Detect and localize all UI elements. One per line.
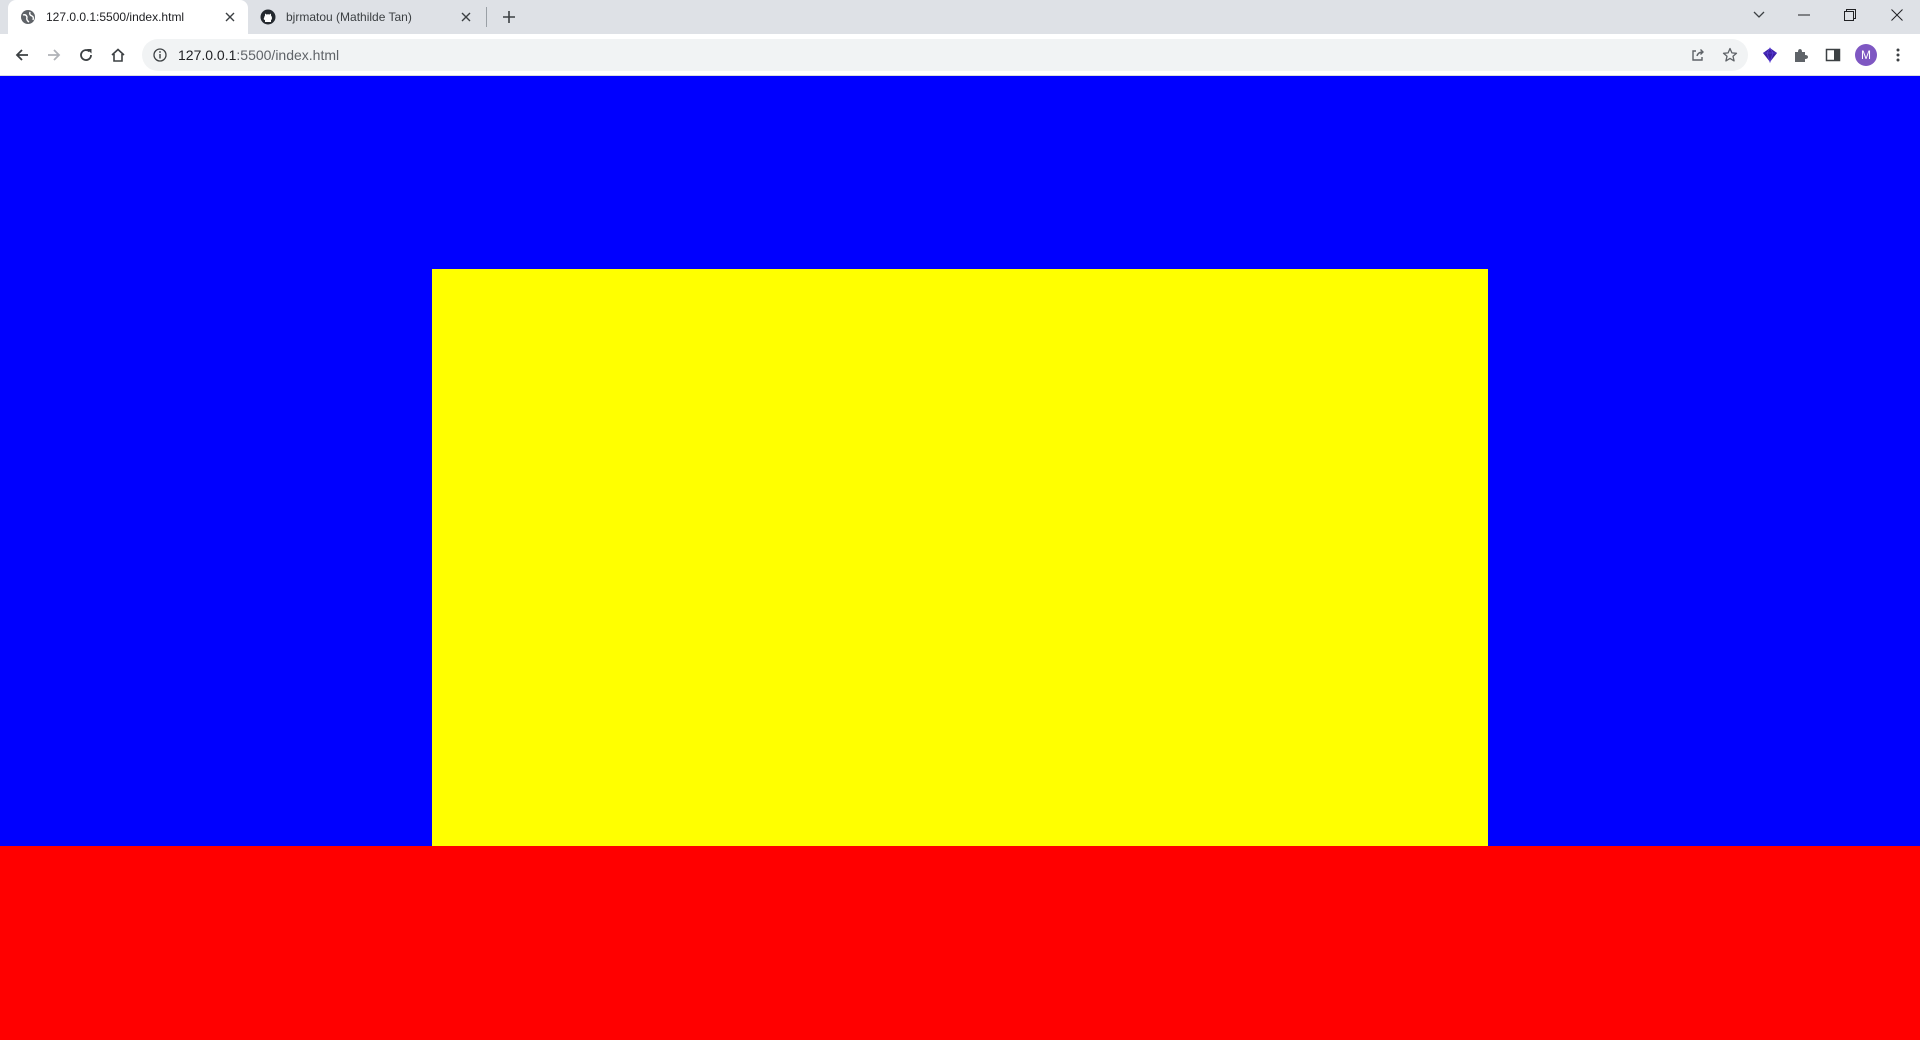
tab-title: 127.0.0.1:5500/index.html: [46, 10, 185, 24]
bookmark-button[interactable]: [1716, 41, 1744, 69]
restore-button[interactable]: [1827, 0, 1873, 30]
address-url[interactable]: 127.0.0.1:5500/index.html: [178, 47, 1684, 63]
tab-search-button[interactable]: [1736, 0, 1782, 30]
close-window-button[interactable]: [1874, 0, 1920, 30]
share-icon: [1692, 49, 1704, 61]
minimize-icon: [1798, 14, 1810, 16]
back-icon: [15, 49, 28, 61]
share-button[interactable]: [1684, 41, 1712, 69]
new-tab-button[interactable]: [496, 5, 522, 29]
tab-index[interactable]: 127.0.0.1:5500/index.html: [8, 0, 248, 34]
restore-icon: [1844, 9, 1856, 21]
info-icon[interactable]: [152, 47, 168, 63]
tab-github[interactable]: bjrmatou (Mathilde Tan): [248, 0, 484, 34]
extensions-button[interactable]: [1787, 41, 1815, 69]
side-panel-button[interactable]: [1819, 41, 1847, 69]
side-panel-icon: [1825, 48, 1841, 62]
tab-strip: 127.0.0.1:5500/index.html bjrmatou (Math…: [0, 0, 1920, 34]
url-host: 127.0.0.1: [178, 47, 237, 63]
forward-button[interactable]: [40, 41, 68, 69]
profile-avatar[interactable]: M: [1855, 44, 1877, 66]
bottom-red-section: [0, 846, 1920, 1040]
tab-title: bjrmatou (Mathilde Tan): [286, 10, 412, 24]
chevron-down-icon: [1753, 11, 1765, 18]
globe-icon: [20, 9, 36, 25]
close-icon: [1891, 9, 1903, 21]
star-icon: [1722, 47, 1738, 62]
tab-separator: [486, 7, 487, 27]
extension-button[interactable]: [1756, 41, 1784, 69]
menu-icon: [1896, 48, 1900, 62]
menu-button[interactable]: [1884, 41, 1912, 69]
home-button[interactable]: [104, 41, 132, 69]
extension-gem-icon: [1763, 47, 1777, 64]
browser-toolbar: 127.0.0.1:5500/index.html M: [0, 34, 1920, 76]
plus-icon: [503, 11, 515, 23]
page-viewport: [0, 76, 1920, 1040]
center-yellow-box: [432, 269, 1488, 846]
reload-icon: [80, 49, 92, 61]
minimize-button[interactable]: [1781, 0, 1827, 30]
url-path: :5500/index.html: [236, 47, 340, 63]
github-icon: [260, 9, 276, 25]
address-bar[interactable]: 127.0.0.1:5500/index.html: [142, 39, 1748, 71]
back-button[interactable]: [8, 41, 36, 69]
home-icon: [111, 48, 125, 62]
close-tab-icon[interactable]: [456, 7, 476, 27]
puzzle-icon: [1795, 49, 1808, 62]
forward-icon: [48, 49, 61, 61]
close-tab-icon[interactable]: [220, 7, 240, 27]
reload-button[interactable]: [72, 41, 100, 69]
